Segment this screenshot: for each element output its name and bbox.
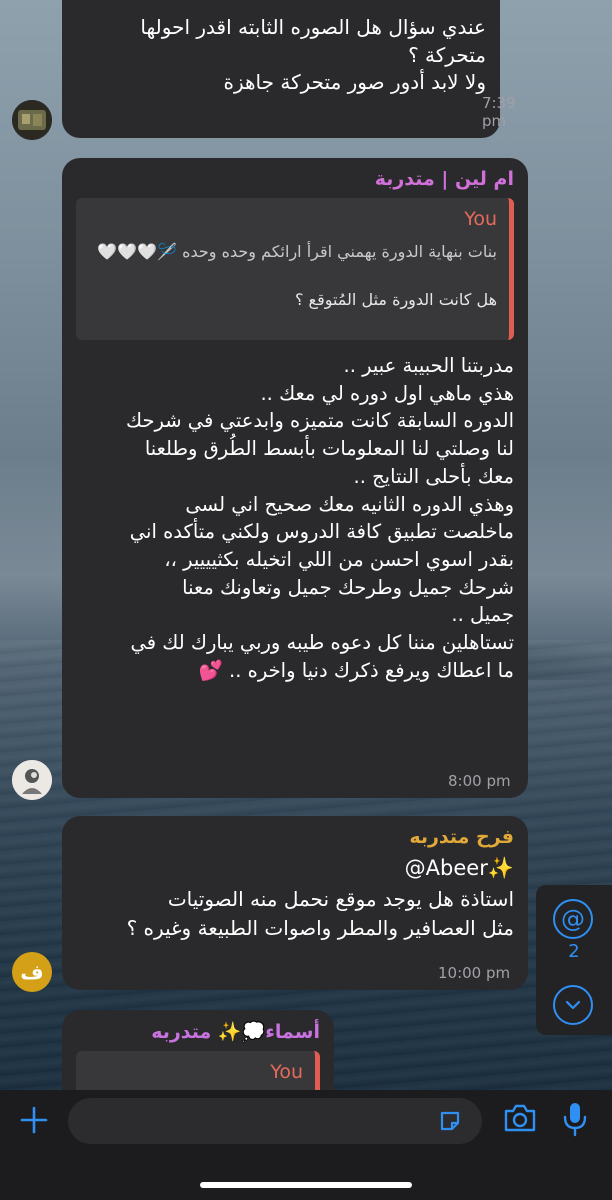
sender-name: أسماء💭✨ متدربه [151, 1021, 320, 1043]
avatar-letter: ف [20, 960, 44, 984]
side-buttons: @ 2 [536, 885, 612, 1035]
chevron-down-icon [565, 1000, 581, 1010]
microphone-icon [563, 1103, 587, 1137]
message-bubble[interactable]: ام لين | متدربة You بنات بنهاية الدورة ي… [62, 158, 528, 798]
avatar-image [12, 100, 52, 140]
mention-button[interactable]: @ [553, 899, 593, 939]
reply-quote[interactable]: You بنات بنهاية الدورة يهمني اقرأ ارائكم… [76, 198, 514, 340]
reply-text: هل كانت الدورة مثل المُتوقع ؟ [294, 290, 497, 309]
message-input[interactable] [68, 1098, 482, 1144]
message-bubble[interactable]: عندي سؤال هل الصوره الثابته اقدر احولها … [62, 0, 516, 138]
message-text: استاذة هل يوجد موقع نحمل منه الصوتيات مث… [126, 887, 514, 940]
sender-name: فرح متدربه [409, 826, 514, 848]
at-icon: @ [561, 905, 585, 933]
message-time: 7:39 pm [482, 94, 516, 130]
avatar[interactable] [12, 760, 52, 800]
avatar[interactable]: ف [12, 952, 52, 992]
message-bubble[interactable]: فرح متدربه @Abeer✨ استاذة هل يوجد موقع ن… [62, 816, 528, 990]
camera-icon [504, 1104, 536, 1132]
message-text-partial: عندي سؤال هل الصوره الثابته اقدر احولها [140, 15, 486, 39]
mention-count: 2 [568, 941, 580, 962]
reply-sender: You [270, 1061, 303, 1083]
mention-link[interactable]: @Abeer✨ [76, 856, 514, 881]
home-indicator [200, 1182, 412, 1188]
reply-sender: You [464, 208, 497, 230]
sender-name: ام لين | متدربة [374, 168, 514, 190]
microphone-button[interactable] [560, 1100, 594, 1140]
reply-text: بنات بنهاية الدورة يهمني اقرأ ارائكم وحد… [97, 242, 497, 261]
message-text: متحركة ؟ ولا لابد أدور صور متحركة جاهزة [223, 42, 486, 95]
camera-button[interactable] [502, 1102, 540, 1138]
attach-button[interactable] [16, 1100, 52, 1140]
scroll-down-button[interactable] [553, 985, 593, 1025]
avatar-image [12, 760, 52, 800]
plus-icon [20, 1106, 48, 1134]
sticker-icon[interactable] [436, 1107, 464, 1135]
composer-bar [0, 1090, 612, 1200]
message-time: 8:00 pm [448, 772, 511, 790]
message-text: مدربتنا الحبيبة عبير .. هذي ماهي اول دور… [126, 354, 514, 682]
avatar[interactable] [12, 100, 52, 140]
message-time: 10:00 pm [438, 964, 511, 982]
